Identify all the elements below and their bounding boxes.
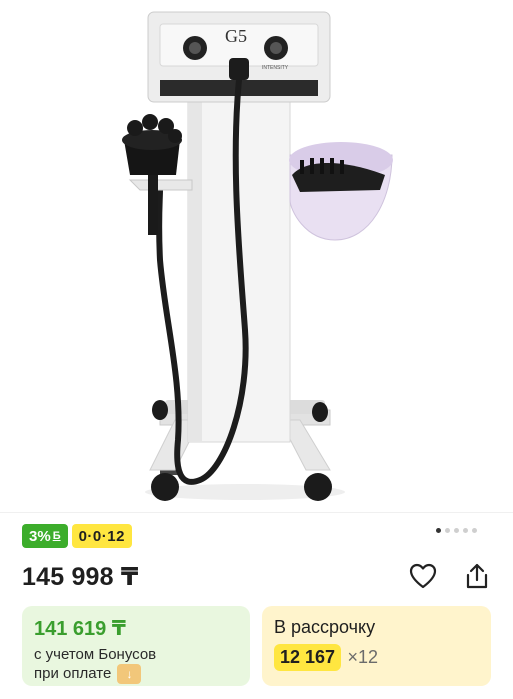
- device-brand-label: G5: [225, 26, 247, 46]
- product-image[interactable]: G5 INTENSITY: [0, 0, 513, 512]
- installment-badge-code: 0·0·12: [78, 527, 125, 545]
- payment-method-icon: ↓: [117, 664, 142, 685]
- installment-badge: 0·0·12: [71, 524, 132, 548]
- accessory-tray: [289, 142, 393, 241]
- carousel-pagination[interactable]: [436, 528, 477, 533]
- carousel-dot[interactable]: [445, 528, 450, 533]
- installment-row: 12 167 ×12: [274, 644, 479, 671]
- installment-card[interactable]: В рассрочку 12 167 ×12: [262, 606, 491, 686]
- bonus-line-1: с учетом Бонусов: [34, 646, 157, 663]
- carousel-dot[interactable]: [472, 528, 477, 533]
- bonus-line-2-row: при оплате ↓: [34, 664, 238, 685]
- installment-months: ×12: [347, 647, 379, 667]
- product-photo-svg: G5 INTENSITY: [122, 11, 393, 501]
- share-button[interactable]: [463, 562, 491, 590]
- massage-head: [122, 114, 182, 235]
- installment-title: В рассрочку: [274, 617, 376, 637]
- favorite-button[interactable]: [409, 562, 437, 590]
- bonus-price-amount: 141 619 ₸: [34, 618, 126, 640]
- product-actions: [409, 562, 491, 590]
- right-knob-label: INTENSITY: [262, 65, 289, 71]
- carousel-dot[interactable]: [436, 528, 441, 533]
- heart-icon: [409, 563, 437, 589]
- bonus-badge: 3% Б: [22, 524, 68, 548]
- share-icon: [466, 563, 488, 589]
- bonus-price-card[interactable]: 141 619 ₸ с учетом Бонусов при оплате ↓: [22, 606, 250, 686]
- bonus-symbol-icon: Б: [52, 530, 61, 542]
- divider: [0, 512, 513, 513]
- product-price: 145 998 ₸: [22, 563, 139, 591]
- carousel-dot[interactable]: [454, 528, 459, 533]
- bonus-badge-percent: 3%: [29, 527, 51, 545]
- bonus-line-2: при оплате: [34, 665, 112, 682]
- promo-badges: 3% Б 0·0·12: [22, 524, 132, 548]
- installment-monthly-amount: 12 167: [274, 644, 342, 671]
- carousel-dot[interactable]: [463, 528, 468, 533]
